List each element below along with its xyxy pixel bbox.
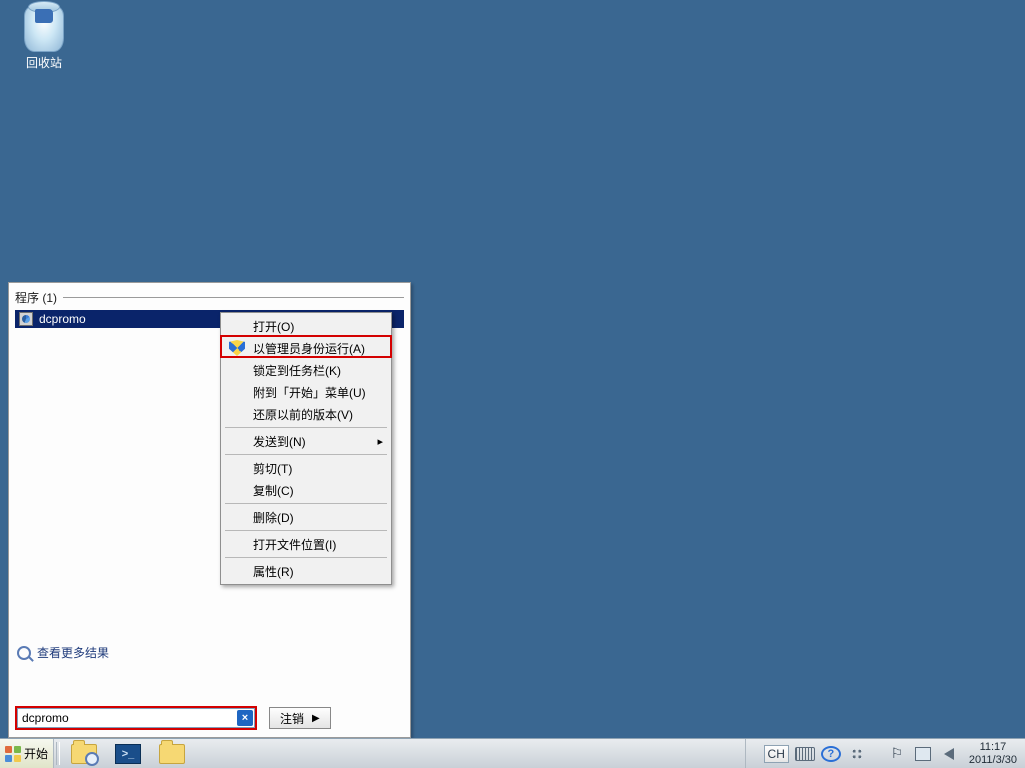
start-label: 开始 <box>24 745 48 762</box>
ctx-separator <box>225 503 387 504</box>
help-icon[interactable]: ? <box>821 746 841 762</box>
system-tray: CH ? ⚐ 11:17 2011/3/30 <box>745 739 1025 768</box>
context-menu: 打开(O) 以管理员身份运行(A) 锁定到任务栏(K) 附到「开始」菜单(U) … <box>220 312 392 585</box>
clear-search-button[interactable]: × <box>237 710 253 726</box>
ctx-restore-previous[interactable]: 还原以前的版本(V) <box>223 403 389 425</box>
start-button[interactable]: 开始 <box>0 739 54 768</box>
taskbar: 开始 >_ CH ? ⚐ 11:17 2011/3/30 <box>0 738 1025 768</box>
logoff-arrow-icon[interactable]: ▶ <box>312 713 320 724</box>
search-input[interactable] <box>17 708 255 728</box>
explorer-icon <box>159 744 185 764</box>
clock-date: 2011/3/30 <box>969 754 1017 766</box>
taskbar-divider <box>56 742 60 765</box>
server-manager-icon <box>71 744 97 764</box>
logoff-label: 注销 <box>280 710 304 727</box>
ctx-delete[interactable]: 删除(D) <box>223 506 389 528</box>
see-more-results-link[interactable]: 查看更多结果 <box>17 644 109 661</box>
search-icon <box>17 646 31 660</box>
action-center-flag-icon[interactable]: ⚐ <box>887 745 907 763</box>
program-icon <box>19 312 33 326</box>
taskbar-spacer <box>194 739 745 768</box>
ctx-open-file-location[interactable]: 打开文件位置(I) <box>223 533 389 555</box>
ctx-cut[interactable]: 剪切(T) <box>223 457 389 479</box>
ctx-properties[interactable]: 属性(R) <box>223 560 389 582</box>
ctx-pin-start[interactable]: 附到「开始」菜单(U) <box>223 381 389 403</box>
ime-indicator[interactable]: CH <box>764 745 789 763</box>
ctx-pin-taskbar[interactable]: 锁定到任务栏(K) <box>223 359 389 381</box>
volume-icon[interactable] <box>939 745 959 763</box>
ctx-open[interactable]: 打开(O) <box>223 315 389 337</box>
clock-time: 11:17 <box>969 741 1017 753</box>
network-icon[interactable] <box>913 745 933 763</box>
quicklaunch-powershell[interactable]: >_ <box>106 739 150 768</box>
ctx-separator <box>225 530 387 531</box>
ctx-run-as-admin[interactable]: 以管理员身份运行(A) <box>223 337 389 359</box>
search-box-highlight: × <box>15 706 257 730</box>
ctx-separator <box>225 427 387 428</box>
ime-options-icon[interactable] <box>847 745 867 763</box>
ctx-copy[interactable]: 复制(C) <box>223 479 389 501</box>
clock[interactable]: 11:17 2011/3/30 <box>965 741 1021 765</box>
programs-group-label: 程序 (1) <box>15 289 57 306</box>
uac-shield-icon <box>229 340 245 356</box>
windows-logo-icon <box>5 746 21 762</box>
start-menu-bottom-bar: × 注销 ▶ <box>9 703 410 737</box>
recycle-bin-icon <box>24 6 64 52</box>
ctx-separator <box>225 454 387 455</box>
programs-group-header: 程序 (1) <box>15 289 404 306</box>
ctx-separator <box>225 557 387 558</box>
see-more-results-label: 查看更多结果 <box>37 644 109 661</box>
search-result-label: dcpromo <box>39 312 86 326</box>
group-divider <box>63 297 404 298</box>
powershell-icon: >_ <box>115 744 141 764</box>
quicklaunch-explorer[interactable] <box>150 739 194 768</box>
logoff-button[interactable]: 注销 ▶ <box>269 707 331 729</box>
keyboard-icon[interactable] <box>795 745 815 763</box>
recycle-bin-desktop-icon[interactable]: 回收站 <box>14 6 74 71</box>
ctx-send-to[interactable]: 发送到(N) <box>223 430 389 452</box>
quicklaunch-server-manager[interactable] <box>62 739 106 768</box>
recycle-bin-label: 回收站 <box>14 54 74 71</box>
